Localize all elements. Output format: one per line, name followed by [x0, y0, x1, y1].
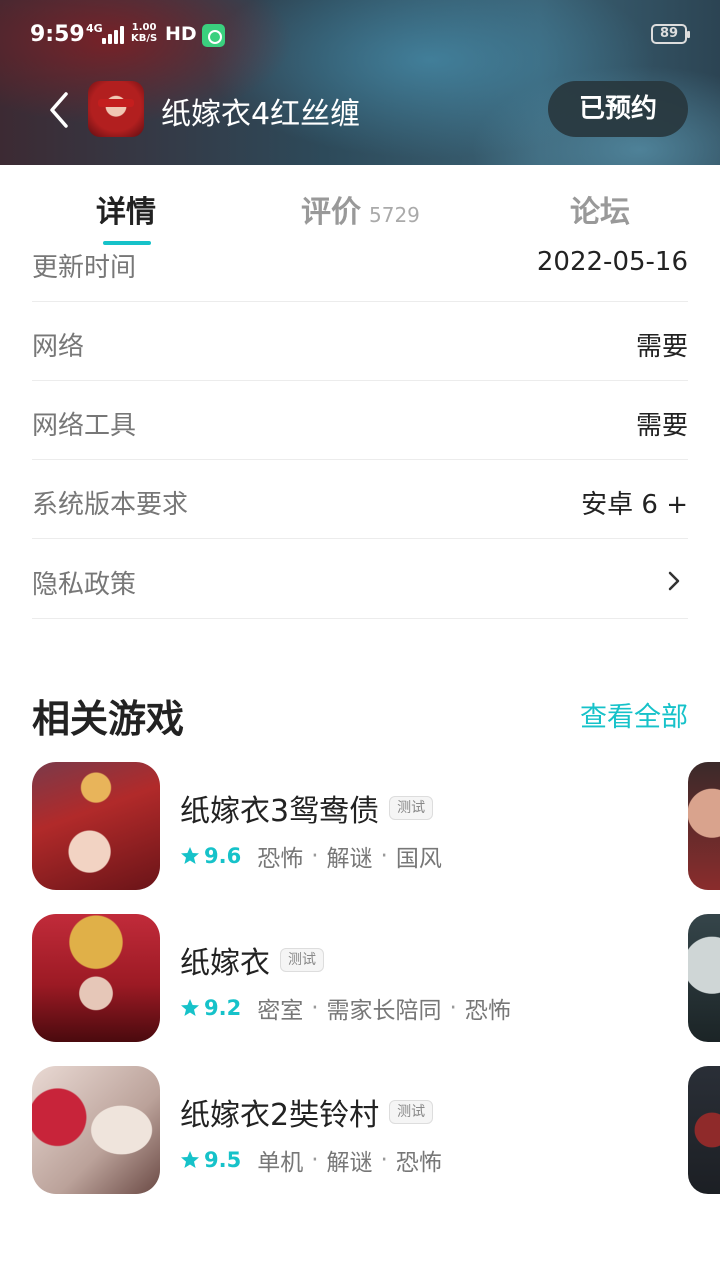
game-name-row: 纸嫁衣3鸳鸯债 测试 — [180, 786, 434, 830]
chevron-left-icon — [50, 92, 68, 128]
game-rating: 9.5 — [204, 1148, 242, 1172]
tag-separator: · — [449, 995, 457, 1021]
tag-separator: · — [311, 843, 319, 869]
tag-separator: · — [380, 843, 388, 869]
page-title: 纸嫁衣4红丝缠 — [161, 97, 361, 132]
game-tag: 解谜 — [326, 846, 373, 872]
game-tag: 单机 — [257, 1150, 304, 1176]
info-label: 系统版本要求 — [32, 490, 189, 520]
game-thumbnail — [32, 1066, 160, 1194]
info-value: 安卓 6 + — [581, 490, 688, 520]
game-name: 纸嫁衣2奘铃村 — [180, 1098, 380, 1133]
game-tag: 恐怖 — [257, 846, 304, 872]
game-name: 纸嫁衣 — [180, 946, 270, 981]
info-value: 需要 — [635, 411, 688, 441]
star-icon — [181, 999, 199, 1016]
info-row-network: 网络 需要 — [32, 302, 688, 381]
game-tag: 国风 — [395, 846, 442, 872]
next-column-game-thumbnail[interactable] — [688, 762, 720, 890]
info-label: 网络 — [32, 332, 85, 362]
game-name-row: 纸嫁衣2奘铃村 测试 — [180, 1090, 434, 1134]
next-column-game-thumbnail[interactable] — [688, 914, 720, 1042]
star-icon — [181, 1151, 199, 1168]
info-label: 网络工具 — [32, 411, 137, 441]
info-label: 隐私政策 — [32, 570, 137, 600]
test-badge: 测试 — [389, 796, 434, 820]
tag-separator: · — [311, 995, 319, 1021]
game-tag: 恐怖 — [395, 1150, 442, 1176]
game-rating: 9.6 — [204, 844, 242, 868]
game-meta-row: 9.5 单机 · 解谜 · 恐怖 — [180, 1143, 442, 1177]
info-value: 需要 — [635, 332, 688, 362]
game-tag: 密室 — [257, 998, 304, 1024]
test-badge: 测试 — [389, 1100, 434, 1124]
game-tag: 恐怖 — [464, 998, 511, 1024]
related-games-title: 相关游戏 — [32, 697, 185, 741]
related-game-item[interactable]: 纸嫁衣2奘铃村 测试 9.5 单机 · 解谜 · 恐怖 — [32, 1066, 692, 1194]
info-row-network-tools: 网络工具 需要 — [32, 381, 688, 460]
game-thumbnail — [32, 762, 160, 890]
network-type: 4G — [86, 22, 103, 35]
tag-separator: · — [311, 1147, 319, 1173]
related-game-item[interactable]: 纸嫁衣 测试 9.2 密室 · 需家长陪同 · 恐怖 — [32, 914, 692, 1042]
next-column-game-thumbnail[interactable] — [688, 1066, 720, 1194]
see-all-link[interactable]: 查看全部 — [580, 695, 688, 734]
speed-unit: KB/S — [131, 33, 158, 44]
game-meta-row: 9.6 恐怖 · 解谜 · 国风 — [180, 839, 442, 873]
game-tag: 需家长陪同 — [326, 998, 442, 1024]
game-tag: 解谜 — [326, 1150, 373, 1176]
hd-indicator: HD — [165, 23, 197, 45]
chevron-right-icon — [668, 571, 680, 591]
game-meta-row: 9.2 密室 · 需家长陪同 · 恐怖 — [180, 991, 511, 1025]
info-label: 更新时间 — [32, 253, 137, 283]
network-speed: 1.00 KB/S — [131, 22, 157, 44]
reserved-button[interactable]: 已预约 — [548, 81, 688, 137]
game-name: 纸嫁衣3鸳鸯债 — [180, 794, 380, 829]
tag-separator: · — [380, 1147, 388, 1173]
info-row-system-requirement: 系统版本要求 安卓 6 + — [32, 460, 688, 539]
notification-app-icon — [202, 24, 225, 47]
speed-value: 1.00 — [131, 22, 157, 33]
status-bar: 9:59 4G 1.00 KB/S HD 89 — [0, 0, 720, 70]
signal-icon — [102, 26, 126, 44]
star-icon — [181, 847, 199, 864]
info-value: 2022-05-16 — [536, 247, 688, 277]
test-badge: 测试 — [280, 948, 324, 972]
game-header: 9:59 4G 1.00 KB/S HD 89 纸嫁衣4红丝缠 已预约 — [0, 0, 720, 165]
status-time: 9:59 — [30, 22, 85, 47]
back-button[interactable] — [44, 88, 80, 132]
game-icon — [88, 81, 144, 137]
game-rating: 9.2 — [204, 996, 242, 1020]
related-game-item[interactable]: 纸嫁衣3鸳鸯债 测试 9.6 恐怖 · 解谜 · 国风 — [32, 762, 692, 890]
game-thumbnail — [32, 914, 160, 1042]
info-row-privacy-policy[interactable]: 隐私政策 — [32, 540, 688, 619]
game-name-row: 纸嫁衣 测试 — [180, 938, 324, 982]
battery-icon: 89 — [651, 24, 690, 44]
info-row-update-time: 更新时间 2022-05-16 — [32, 223, 688, 302]
